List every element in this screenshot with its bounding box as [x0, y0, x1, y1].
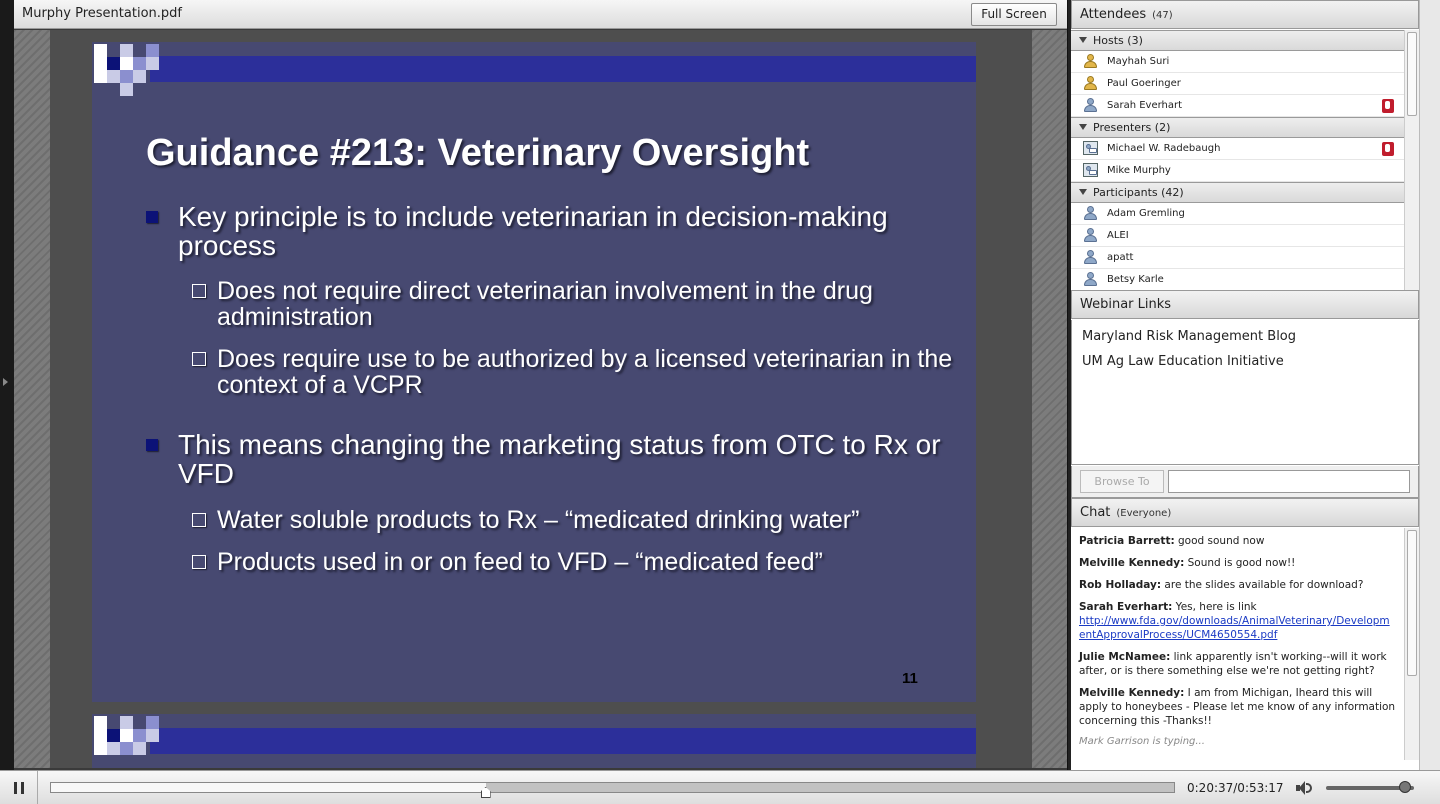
webinar-links-title: Webinar Links: [1071, 290, 1419, 319]
share-stage: Guidance #213: Veterinary Oversight Key …: [14, 30, 1067, 768]
attendee-row[interactable]: Michael W. Radebaugh: [1071, 138, 1404, 160]
attendees-pod-title: Attendees (47): [1071, 0, 1419, 29]
chat-message: Rob Holladay: are the slides available f…: [1079, 579, 1364, 591]
attendee-row[interactable]: Mayhah Suri: [1071, 51, 1404, 73]
hollow-square-bullet-icon: [192, 555, 206, 569]
participant-avatar-icon: [1083, 272, 1097, 287]
chat-link[interactable]: http://www.fda.gov/downloads/AnimalVeter…: [1079, 615, 1390, 641]
right-edge-scrollbar[interactable]: [1419, 0, 1440, 770]
attendee-row[interactable]: Adam Gremling: [1071, 203, 1404, 225]
attendee-row[interactable]: Mike Murphy: [1071, 160, 1404, 182]
webinar-links-pod: Webinar Links Maryland Risk Management B…: [1071, 290, 1419, 498]
collapse-triangle-icon[interactable]: [1079, 124, 1087, 130]
links-footer: Browse To: [1071, 466, 1419, 498]
slide-logo-icon: [92, 714, 160, 768]
collapse-triangle-icon[interactable]: [1079, 189, 1087, 195]
attendee-row[interactable]: ALEI: [1071, 225, 1404, 247]
chat-message: Melville Kennedy: I am from Michigan, Ih…: [1079, 687, 1396, 727]
volume-knob[interactable]: [1399, 781, 1412, 793]
slide-sub-bullet: Does not require direct veterinarian inv…: [192, 278, 957, 330]
chat-message: Julie McNamee: link apparently isn't wor…: [1079, 651, 1387, 677]
chat-pod: Chat (Everyone) Patricia Barrett: good so…: [1071, 498, 1419, 770]
pause-icon: [14, 782, 17, 794]
group-participants[interactable]: Participants (42): [1071, 182, 1404, 203]
typing-indicator: Mark Garrison is typing...: [1079, 736, 1205, 747]
chat-message: Sarah Everhart: Yes, here is link http://…: [1079, 601, 1390, 641]
attendees-pod: Attendees (47) Hosts (3) Mayhah Suri Paul…: [1071, 0, 1419, 290]
volume-icon[interactable]: [1296, 780, 1314, 796]
url-input[interactable]: [1168, 470, 1410, 493]
links-list: Maryland Risk Management Blog UM Ag Law …: [1071, 320, 1419, 465]
playback-bar: 0:20:37/0:53:17: [0, 770, 1440, 804]
group-hosts[interactable]: Hosts (3): [1071, 30, 1404, 51]
attendee-row[interactable]: Sarah Everhart: [1071, 95, 1404, 117]
attendee-row[interactable]: Betsy Karle: [1071, 269, 1404, 290]
host-avatar-icon: [1083, 76, 1097, 91]
current-slide: Guidance #213: Veterinary Oversight Key …: [92, 42, 976, 702]
playback-timeline[interactable]: [50, 782, 1175, 793]
attendee-row[interactable]: apatt: [1071, 247, 1404, 269]
left-gutter: [0, 0, 14, 770]
slide-sub-bullet: Water soluble products to Rx – “medicate…: [192, 507, 957, 533]
participant-avatar-icon: [1083, 228, 1097, 243]
chat-title-label: Chat: [1080, 505, 1111, 520]
presenter-avatar-icon: [1083, 163, 1098, 177]
share-pod: Murphy Presentation.pdf Full Screen Guid…: [14, 0, 1068, 770]
square-bullet-icon: [146, 211, 158, 223]
slide-header-band: [150, 56, 976, 82]
slide-sub-bullet: Products used in or on feed to VFD – “me…: [192, 549, 957, 575]
host-avatar-icon: [1083, 98, 1097, 113]
slide-number: 11: [902, 670, 918, 687]
chat-scope-label[interactable]: (Everyone): [1116, 508, 1171, 519]
scrollbar-thumb[interactable]: [1407, 32, 1417, 116]
hollow-square-bullet-icon: [192, 513, 206, 527]
presenter-avatar-icon: [1083, 141, 1098, 155]
slide-bullet: This means changing the marketing status…: [146, 430, 958, 488]
pause-button[interactable]: [0, 771, 38, 804]
chat-pod-title: Chat (Everyone): [1071, 498, 1419, 527]
attendee-list[interactable]: Hosts (3) Mayhah Suri Paul Goeringer Sar…: [1071, 30, 1404, 290]
time-readout: 0:20:37/0:53:17: [1187, 781, 1284, 795]
timeline-played: [51, 783, 486, 792]
square-bullet-icon: [146, 439, 158, 451]
collapse-triangle-icon[interactable]: [1079, 37, 1087, 43]
share-pod-header: Murphy Presentation.pdf Full Screen: [14, 0, 1067, 29]
hollow-square-bullet-icon: [192, 284, 206, 298]
right-pods-column: Attendees (47) Hosts (3) Mayhah Suri Paul…: [1071, 0, 1419, 770]
chat-message: Patricia Barrett: good sound now: [1079, 535, 1265, 547]
scrollbar-thumb[interactable]: [1407, 530, 1417, 676]
slide-logo-icon: [92, 42, 160, 96]
participant-avatar-icon: [1083, 250, 1097, 265]
web-link-item[interactable]: Maryland Risk Management Blog: [1082, 324, 1408, 349]
microphone-active-icon: [1382, 142, 1394, 156]
slide-title: Guidance #213: Veterinary Oversight: [146, 132, 810, 174]
microphone-active-icon: [1382, 99, 1394, 113]
expand-arrow-icon[interactable]: [3, 378, 8, 386]
slide-bullet: Key principle is to include veterinarian…: [146, 202, 898, 260]
attendees-title-label: Attendees: [1080, 7, 1147, 22]
attendee-row[interactable]: Paul Goeringer: [1071, 73, 1404, 95]
document-viewport[interactable]: Guidance #213: Veterinary Oversight Key …: [50, 30, 1032, 768]
attendees-scrollbar[interactable]: [1404, 30, 1419, 290]
hollow-square-bullet-icon: [192, 352, 206, 366]
full-screen-button[interactable]: Full Screen: [971, 3, 1057, 26]
chat-log[interactable]: Patricia Barrett: good sound now Melvill…: [1071, 528, 1404, 760]
slide-header-band: [150, 728, 976, 754]
attendees-count: (47): [1152, 10, 1173, 21]
next-slide-preview: [92, 714, 976, 768]
chat-message: Melville Kennedy: Sound is good now!!: [1079, 557, 1296, 569]
participant-avatar-icon: [1083, 206, 1097, 221]
browse-to-button[interactable]: Browse To: [1080, 470, 1164, 493]
document-title: Murphy Presentation.pdf: [22, 6, 182, 21]
chat-scrollbar[interactable]: [1404, 528, 1419, 760]
slide-sub-bullet: Does require use to be authorized by a l…: [192, 346, 957, 398]
host-avatar-icon: [1083, 54, 1097, 69]
web-link-item[interactable]: UM Ag Law Education Initiative: [1082, 349, 1408, 374]
group-presenters[interactable]: Presenters (2): [1071, 117, 1404, 138]
meeting-window: Murphy Presentation.pdf Full Screen Guid…: [0, 0, 1440, 804]
